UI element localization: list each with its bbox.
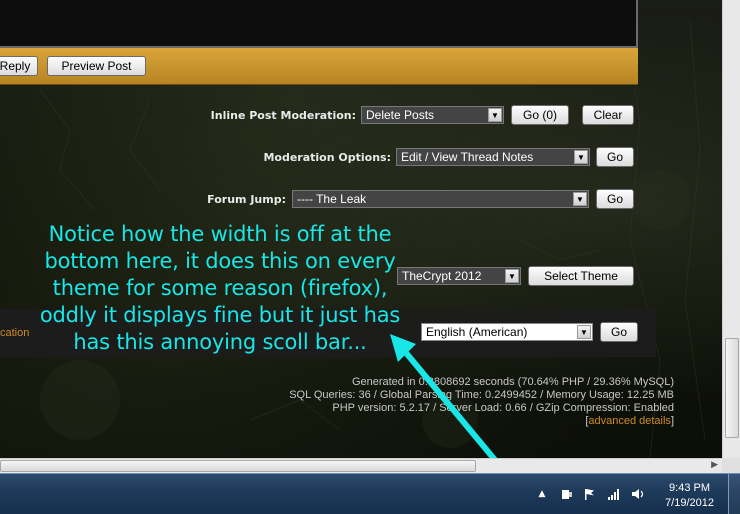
moderation-options-label: Moderation Options:: [263, 151, 391, 164]
power-icon[interactable]: [560, 487, 574, 501]
taskbar: [0, 473, 740, 514]
forum-jump-select[interactable]: ---- The Leak ▼: [292, 190, 589, 208]
annotation-line: oddly it displays fine but it just has: [39, 303, 401, 327]
moderation-options-go-button[interactable]: Go: [596, 147, 634, 167]
forum-jump-label: Forum Jump:: [207, 193, 286, 206]
annotation-line: theme for some reason (firefox),: [52, 276, 388, 300]
theme-select[interactable]: TheCrypt 2012 ▼: [397, 267, 521, 285]
scrollbar-corner: [722, 458, 740, 473]
dropdown-arrow-icon: ▼: [574, 150, 588, 164]
language-link[interactable]: cation: [0, 327, 29, 339]
select-theme-button[interactable]: Select Theme: [528, 266, 634, 286]
preview-post-button[interactable]: Preview Post: [47, 56, 146, 76]
dropdown-arrow-icon: ▼: [505, 269, 519, 283]
dropdown-arrow-icon: ▼: [573, 192, 587, 206]
reply-button[interactable]: Reply: [0, 56, 38, 76]
inline-moderation-value: Delete Posts: [366, 108, 435, 122]
inline-moderation-select[interactable]: Delete Posts ▼: [361, 106, 504, 124]
inline-moderation-label: Inline Post Moderation:: [210, 109, 356, 122]
clock-time: 9:43 PM: [669, 482, 711, 494]
post-panel: [0, 0, 638, 48]
annotation-line: bottom here, it does this on every: [44, 249, 396, 273]
dropdown-arrow-icon: ▼: [577, 325, 591, 339]
horizontal-scroll-thumb[interactable]: [0, 460, 476, 472]
annotation-arrow: [390, 334, 503, 469]
dropdown-arrow-icon: ▼: [488, 108, 502, 122]
scroll-right-arrow-icon[interactable]: ▶: [711, 460, 718, 470]
close-bracket: ]: [670, 415, 674, 427]
chevron-up-icon[interactable]: ▲: [535, 487, 549, 501]
show-desktop-button[interactable]: [728, 474, 740, 514]
reply-bar: Reply Preview Post: [0, 48, 638, 85]
moderation-options-select[interactable]: Edit / View Thread Notes ▼: [396, 148, 590, 166]
forum-jump-go-button[interactable]: Go: [596, 189, 634, 209]
clock-date: 7/19/2012: [665, 497, 714, 509]
annotation-line: Notice how the width is off at the: [48, 222, 392, 246]
advanced-details-link[interactable]: advanced details: [588, 415, 671, 427]
clear-button[interactable]: Clear: [582, 105, 634, 125]
flag-icon[interactable]: [583, 487, 597, 501]
signal-icon[interactable]: [607, 487, 621, 501]
speaker-icon[interactable]: [631, 487, 645, 501]
language-go-button[interactable]: Go: [600, 322, 638, 342]
annotation-text: Notice how the width is off at the botto…: [30, 221, 410, 356]
moderation-options-value: Edit / View Thread Notes: [401, 150, 534, 164]
annotation-line: has this annoying scoll bar...: [73, 330, 367, 354]
forum-jump-value: ---- The Leak: [297, 192, 367, 206]
taskbar-clock[interactable]: 9:43 PM 7/19/2012: [665, 481, 714, 511]
vertical-scrollbar[interactable]: [722, 0, 740, 458]
theme-value: TheCrypt 2012: [402, 269, 482, 283]
vertical-scroll-thumb[interactable]: [725, 338, 739, 438]
inline-moderation-go-button[interactable]: Go (0): [511, 105, 569, 125]
horizontal-scrollbar[interactable]: ▶: [0, 458, 722, 473]
